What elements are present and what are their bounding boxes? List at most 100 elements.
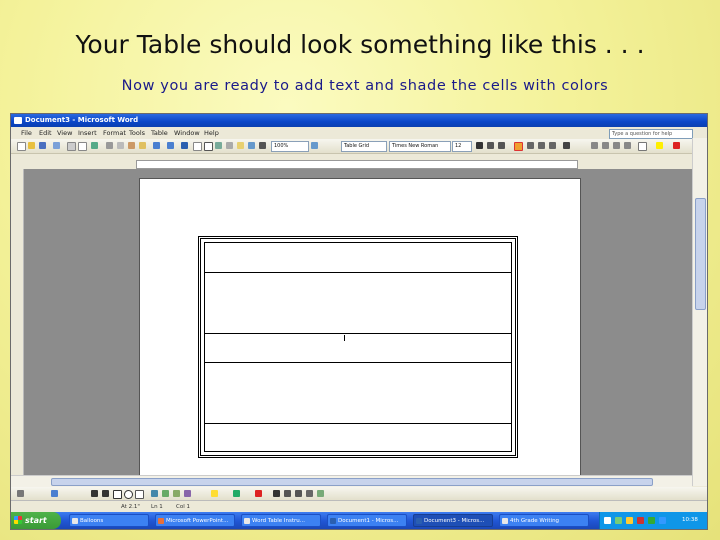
menu-window[interactable]: Window (174, 127, 200, 139)
tray-icon[interactable] (626, 517, 633, 524)
align-left-icon[interactable] (514, 142, 523, 151)
tray-icon[interactable] (648, 517, 655, 524)
copy-icon[interactable] (117, 142, 124, 149)
menu-bar: File Edit View Insert Format Tools Table… (11, 127, 707, 139)
align-right-icon[interactable] (538, 142, 545, 149)
menu-tools[interactable]: Tools (129, 127, 145, 139)
menu-file[interactable]: File (21, 127, 32, 139)
permission-icon[interactable] (53, 142, 60, 149)
insert-table-icon[interactable] (204, 142, 213, 151)
zoom-select[interactable]: 100% (271, 141, 309, 152)
tray-icon[interactable] (604, 517, 611, 524)
oval-icon[interactable] (124, 490, 133, 499)
font-color-icon[interactable] (673, 142, 680, 149)
text-cursor (344, 335, 345, 341)
fill-color-icon[interactable] (211, 490, 218, 497)
help-icon[interactable] (311, 142, 318, 149)
menu-insert[interactable]: Insert (78, 127, 97, 139)
open-icon[interactable] (28, 142, 35, 149)
wordart-icon[interactable] (151, 490, 158, 497)
menu-edit[interactable]: Edit (39, 127, 52, 139)
draw-font-color-icon[interactable] (255, 490, 262, 497)
columns-icon[interactable] (226, 142, 233, 149)
taskbar-item-active[interactable]: Document3 - Micros... (413, 514, 493, 527)
document-area (24, 169, 692, 480)
dash-style-icon[interactable] (284, 490, 291, 497)
redo-icon[interactable] (167, 142, 174, 149)
draw-menu-icon[interactable] (17, 490, 24, 497)
taskbar-item[interactable]: Balloons (69, 514, 149, 527)
undo-icon[interactable] (153, 142, 160, 149)
taskbar-item[interactable]: 4th Grade Writing (499, 514, 589, 527)
bold-icon[interactable] (476, 142, 483, 149)
hyperlink-icon[interactable] (181, 142, 188, 149)
align-center-icon[interactable] (527, 142, 534, 149)
save-icon[interactable] (39, 142, 46, 149)
help-search-input[interactable]: Type a question for help (609, 129, 693, 139)
taskbar-item[interactable]: Word Table Instru... (241, 514, 321, 527)
taskbar: start Balloons Microsoft PowerPoint... W… (11, 512, 707, 529)
arrow-icon[interactable] (102, 490, 109, 497)
textbox-icon[interactable] (135, 490, 144, 499)
new-icon[interactable] (17, 142, 26, 151)
justify-icon[interactable] (549, 142, 556, 149)
menu-format[interactable]: Format (103, 127, 126, 139)
vertical-scrollbar[interactable] (692, 138, 707, 486)
increase-indent-icon[interactable] (624, 142, 631, 149)
rectangle-icon[interactable] (113, 490, 122, 499)
cut-icon[interactable] (106, 142, 113, 149)
print-preview-icon[interactable] (78, 142, 87, 151)
clipart-icon[interactable] (173, 490, 180, 497)
tray-icon[interactable] (615, 517, 622, 524)
menu-view[interactable]: View (57, 127, 72, 139)
line-icon[interactable] (91, 490, 98, 497)
format-painter-icon[interactable] (139, 142, 146, 149)
italic-icon[interactable] (487, 142, 494, 149)
shadow-icon[interactable] (306, 490, 313, 497)
taskbar-item[interactable]: Document1 - Micros... (327, 514, 407, 527)
menu-table[interactable]: Table (151, 127, 168, 139)
select-objects-icon[interactable] (51, 490, 58, 497)
table-inner-border (204, 242, 512, 452)
bullets-icon[interactable] (602, 142, 609, 149)
horizontal-ruler[interactable] (11, 158, 707, 169)
spelling-icon[interactable] (91, 142, 98, 149)
start-button[interactable]: start (11, 512, 61, 529)
tables-borders-icon[interactable] (193, 142, 202, 151)
underline-icon[interactable] (498, 142, 505, 149)
table-row-divider (205, 362, 511, 363)
diagram-icon[interactable] (162, 490, 169, 497)
line-spacing-icon[interactable] (563, 142, 570, 149)
3d-icon[interactable] (317, 490, 324, 497)
line-style-icon[interactable] (273, 490, 280, 497)
drawing-icon[interactable] (237, 142, 244, 149)
show-hide-icon[interactable] (259, 142, 266, 149)
numbering-icon[interactable] (591, 142, 598, 149)
word-table[interactable] (198, 236, 518, 458)
folder-icon (72, 518, 78, 524)
font-select[interactable]: Times New Roman (389, 141, 451, 152)
horizontal-scrollbar[interactable] (11, 475, 692, 487)
hscroll-thumb[interactable] (51, 478, 653, 486)
document-page[interactable] (139, 178, 581, 480)
taskbar-item[interactable]: Microsoft PowerPoint... (155, 514, 235, 527)
folder-icon (502, 518, 508, 524)
tray-icon[interactable] (637, 517, 644, 524)
document-map-icon[interactable] (248, 142, 255, 149)
outside-border-icon[interactable] (638, 142, 647, 151)
insert-excel-icon[interactable] (215, 142, 222, 149)
highlight-icon[interactable] (656, 142, 663, 149)
scroll-thumb[interactable] (695, 198, 706, 310)
word-icon (416, 518, 422, 524)
tray-icon[interactable] (659, 517, 666, 524)
vertical-ruler[interactable] (11, 169, 24, 475)
print-icon[interactable] (67, 142, 76, 151)
style-select[interactable]: Table Grid (341, 141, 387, 152)
arrow-style-icon[interactable] (295, 490, 302, 497)
menu-help[interactable]: Help (204, 127, 219, 139)
decrease-indent-icon[interactable] (613, 142, 620, 149)
line-color-icon[interactable] (233, 490, 240, 497)
paste-icon[interactable] (128, 142, 135, 149)
font-size-select[interactable]: 12 (452, 141, 472, 152)
picture-icon[interactable] (184, 490, 191, 497)
